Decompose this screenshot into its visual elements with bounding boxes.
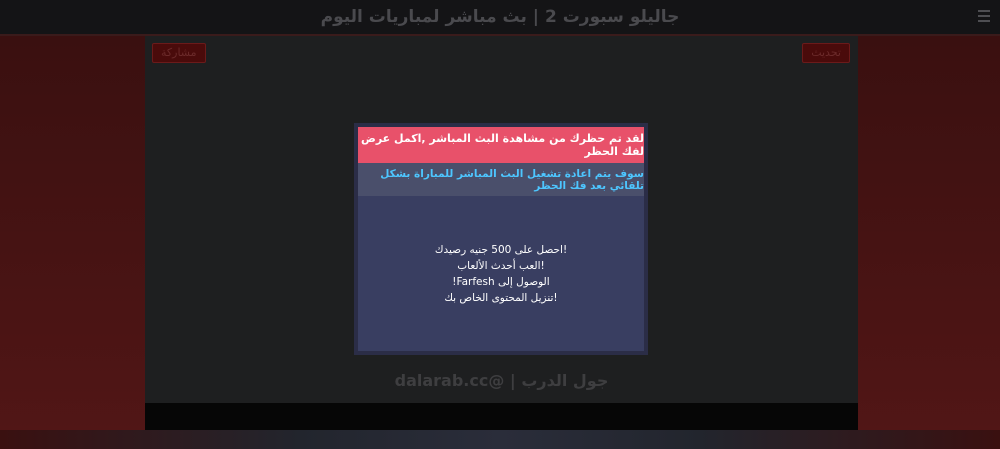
modal-overlay: لقد تم حظرك من مشاهدة البث المباشر ,اكمل…: [0, 0, 1000, 449]
blocked-modal: لقد تم حظرك من مشاهدة البث المباشر ,اكمل…: [354, 123, 648, 355]
offer-item-games[interactable]: !العب أحدث الألعاب: [457, 258, 544, 274]
offer-item-farfesh[interactable]: الوصول إلى Farfesh!: [452, 274, 549, 290]
blocked-alert: لقد تم حظرك من مشاهدة البث المباشر ,اكمل…: [358, 127, 644, 163]
offer-item-download[interactable]: !تنزيل المحتوى الخاص بك: [444, 290, 557, 306]
offer-item-credit[interactable]: !احصل على 500 جنيه رصيدك: [435, 242, 567, 258]
offer-list: !احصل على 500 جنيه رصيدك !العب أحدث الأل…: [358, 196, 644, 351]
restart-info: سوف يتم اعادة تشغيل البث المباشر للمبارا…: [358, 163, 644, 196]
